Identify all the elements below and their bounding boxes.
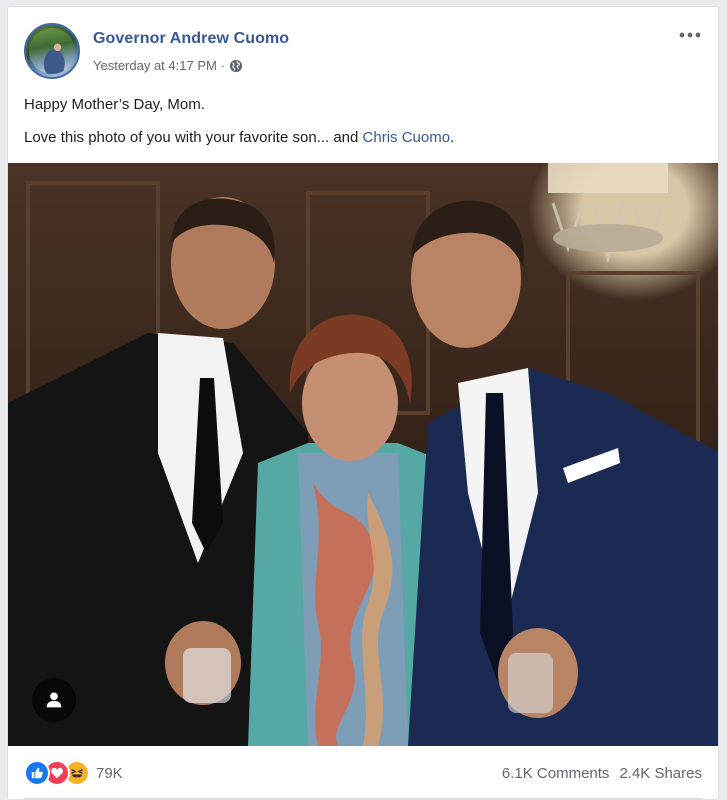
mention-link[interactable]: Chris Cuomo [363, 129, 451, 146]
post-card: Governor Andrew Cuomo Yesterday at 4:17 … [7, 6, 719, 800]
reaction-count: 79K [96, 764, 123, 782]
globe-icon[interactable] [229, 59, 243, 73]
post-meta: Yesterday at 4:17 PM · [93, 58, 243, 73]
more-options-icon[interactable] [676, 25, 704, 45]
post-footer: 79K 6.1K Comments 2.4K Shares [24, 759, 702, 787]
person-tag-icon[interactable] [32, 678, 76, 722]
post-text-prefix: Love this photo of you with your favorit… [24, 129, 363, 146]
post-text-line-1: Happy Mother’s Day, Mom. [24, 96, 205, 113]
comments-count[interactable]: 6.1K Comments [502, 765, 610, 782]
photo-illustration [8, 163, 718, 746]
post-text: Happy Mother’s Day, Mom. Love this photo… [24, 95, 702, 161]
reactions-summary[interactable]: 79K [24, 760, 123, 786]
post-photo[interactable] [8, 163, 718, 746]
footer-divider [24, 798, 702, 799]
like-icon [24, 760, 50, 786]
engagement-stats: 6.1K Comments 2.4K Shares [502, 765, 702, 782]
post-timestamp[interactable]: Yesterday at 4:17 PM [93, 58, 217, 73]
author-name[interactable]: Governor Andrew Cuomo [93, 30, 289, 48]
meta-separator: · [220, 58, 226, 73]
person-right [408, 200, 718, 746]
avatar-image [29, 28, 75, 74]
post-text-line-2: Love this photo of you with your favorit… [24, 128, 702, 148]
shares-count[interactable]: 2.4K Shares [619, 765, 702, 782]
chandelier [548, 163, 668, 264]
author-avatar[interactable] [24, 23, 80, 79]
post-text-suffix: . [450, 129, 455, 146]
post-header: Governor Andrew Cuomo Yesterday at 4:17 … [24, 23, 706, 79]
